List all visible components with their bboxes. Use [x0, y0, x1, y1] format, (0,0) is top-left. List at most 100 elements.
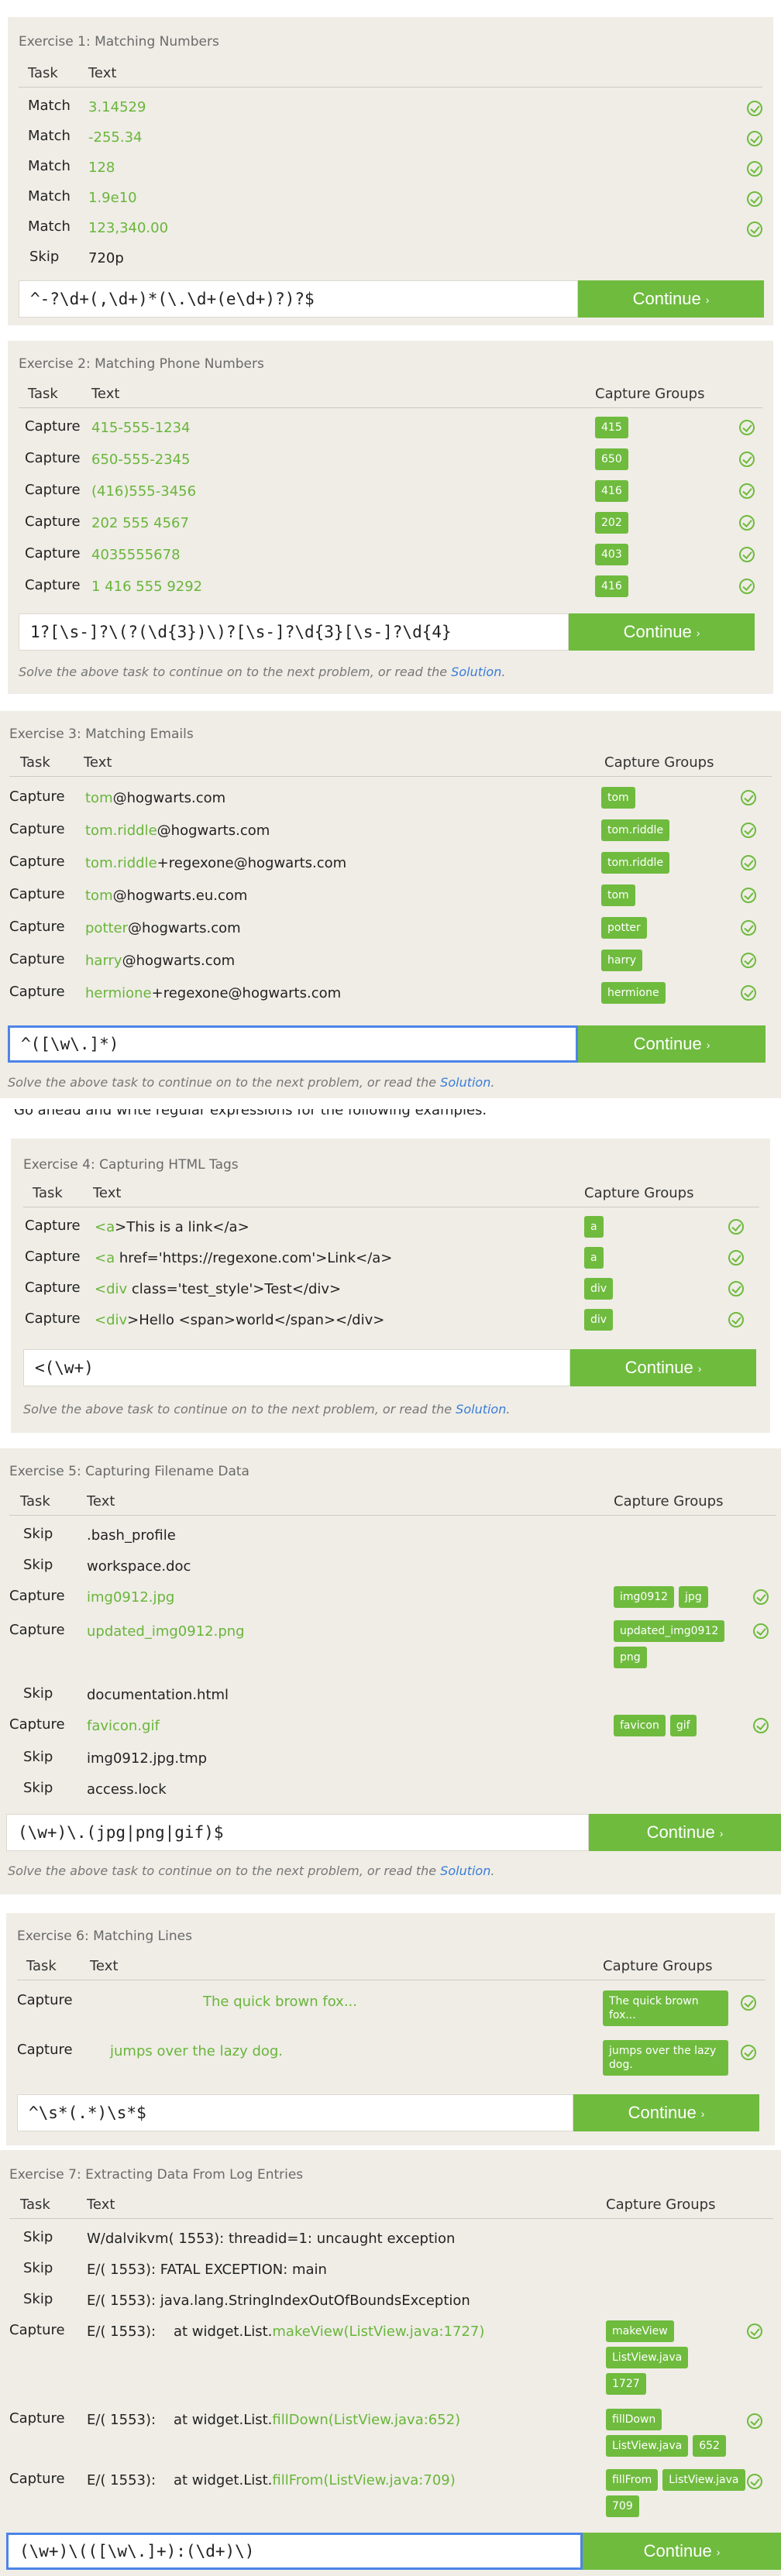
regex-input[interactable]: 1?[\s-]?\(?(\d{3})\)?[\s-]?\d{3}[\s-]?\d…: [19, 613, 569, 651]
check-icon: [739, 547, 755, 562]
check-icon: [741, 920, 756, 936]
highlight-text: potter: [85, 920, 129, 936]
plain-text: +regexone@hogwarts.com: [157, 855, 347, 871]
match-text: tom.riddle+regexone@hogwarts.com: [85, 855, 346, 871]
solution-link[interactable]: Solution: [456, 1402, 506, 1417]
regex-input[interactable]: <(\w+): [23, 1349, 570, 1386]
table-row: Capture 1 416 555 9292 416: [19, 575, 762, 600]
task-label: Capture: [9, 821, 65, 837]
header-text: Text: [87, 2196, 115, 2213]
table-header: Task Text: [19, 60, 762, 88]
task-label: Capture: [9, 1716, 65, 1733]
header-capture-groups: Capture Groups: [614, 1493, 724, 1510]
continue-button[interactable]: Continue ›: [578, 280, 764, 318]
match-text: <div class='test_style'>Test</div>: [95, 1281, 341, 1297]
table-row: Capture 650-555-2345 650: [19, 448, 762, 473]
capture-group-badge: favicon: [614, 1715, 666, 1736]
check-icon: [739, 483, 755, 499]
table-row: Skip workspace.doc: [9, 1557, 776, 1580]
solve-note: Solve the above task to continue on to t…: [19, 665, 505, 679]
continue-button[interactable]: Continue ›: [589, 1814, 781, 1851]
capture-group-badge: ListView.java: [606, 2435, 689, 2457]
match-text: E/( 1553): at widget.List.makeView(ListV…: [87, 2324, 484, 2340]
header-capture-groups: Capture Groups: [604, 754, 714, 771]
solution-link[interactable]: Solution: [440, 1863, 490, 1878]
task-label: Match: [28, 98, 71, 114]
capture-group-badge: 416: [595, 480, 628, 502]
match-text: (416)555-3456: [91, 483, 197, 500]
capture-groups: updated_img0912 png: [614, 1620, 738, 1668]
continue-button[interactable]: Continue ›: [569, 613, 755, 651]
skip-text: img0912.jpg.tmp: [87, 1750, 208, 1767]
task-label: Capture: [25, 1218, 81, 1234]
continue-button[interactable]: Continue ›: [570, 1349, 756, 1386]
plain-text: @hogwarts.com: [157, 823, 270, 839]
highlight-text: <div: [95, 1312, 128, 1328]
header-capture-groups: Capture Groups: [584, 1185, 694, 1201]
match-text: tom@hogwarts.eu.com: [85, 888, 247, 904]
table-row: Skip E/( 1553): java.lang.StringIndexOut…: [9, 2291, 773, 2314]
continue-button[interactable]: Continue ›: [583, 2533, 781, 2570]
plain-text: @hogwarts.eu.com: [112, 888, 248, 904]
chevron-right-icon: ›: [700, 2107, 705, 2121]
regex-input[interactable]: (\w+)\(([\w\.]+):(\d+)\): [6, 2533, 583, 2570]
check-icon: [728, 1281, 744, 1297]
solution-link[interactable]: Solution: [440, 1075, 490, 1090]
task-label: Capture: [9, 1588, 65, 1604]
table-row: Capture E/( 1553): at widget.List.fillDo…: [9, 2409, 773, 2457]
highlight-text: tom: [85, 790, 113, 806]
table-row: Skip E/( 1553): FATAL EXCEPTION: main: [9, 2260, 773, 2283]
check-icon: [747, 2474, 762, 2489]
capture-group-badge: tom.riddle: [601, 819, 670, 841]
skip-text: W/dalvikvm( 1553): threadid=1: uncaught …: [87, 2231, 456, 2247]
task-label: Match: [28, 158, 71, 174]
regex-input[interactable]: ^([\w\.]*): [8, 1025, 578, 1063]
plain-text: E/( 1553): at widget.List.: [87, 2412, 273, 2428]
highlight-text: tom.riddle: [85, 823, 157, 839]
table-row: Capture E/( 1553): at widget.List.makeVi…: [9, 2320, 773, 2395]
match-text: 128: [88, 160, 115, 176]
continue-button[interactable]: Continue ›: [573, 2094, 759, 2131]
table-row: Capture tom.riddle+regexone@hogwarts.com…: [9, 852, 772, 877]
task-label: Capture: [25, 482, 81, 498]
task-label: Capture: [17, 1992, 73, 2008]
table-header: Task Text Capture Groups: [17, 1953, 766, 1980]
task-label: Capture: [25, 1279, 81, 1296]
capture-group-badge: fillFrom: [606, 2469, 659, 2491]
chevron-right-icon: ›: [697, 1362, 702, 1376]
table-header: Task Text Capture Groups: [19, 381, 762, 408]
continue-button[interactable]: Continue ›: [578, 1025, 766, 1063]
regex-input[interactable]: ^-?\d+(,\d+)*(\.\d+(e\d+)?)?$: [19, 280, 578, 318]
capture-group-badge: hermione: [601, 982, 666, 1004]
capture-groups: 403: [595, 544, 628, 565]
regex-input[interactable]: (\w+)\.(jpg|png|gif)$: [6, 1814, 589, 1851]
capture-group-badge: tom: [601, 884, 635, 906]
check-icon: [753, 1589, 769, 1605]
table-row: Capture E/( 1553): at widget.List.fillFr…: [9, 2469, 773, 2517]
check-icon: [728, 1312, 744, 1327]
continue-label: Continue: [623, 622, 692, 641]
match-text: hermione+regexone@hogwarts.com: [85, 985, 341, 1001]
header-task: Task: [20, 754, 50, 771]
skip-text: documentation.html: [87, 1687, 229, 1703]
match-text: <div>Hello <span>world</span></div>: [95, 1312, 384, 1328]
match-text: 3.14529: [88, 99, 146, 115]
exercise-2-panel: Exercise 2: Matching Phone Numbers Task …: [8, 341, 773, 694]
regex-input[interactable]: ^\s*(.*)\s*$: [17, 2094, 573, 2131]
solution-link[interactable]: Solution: [451, 665, 501, 679]
task-label: Capture: [17, 2042, 73, 2058]
table-row: Capture <div class='test_style'>Test</di…: [23, 1278, 759, 1303]
exercise-title: Exercise 5: Capturing Filename Data: [9, 1464, 249, 1479]
highlight-text: tom.riddle: [85, 855, 157, 871]
continue-label: Continue: [628, 2103, 697, 2122]
match-text: 123,340.00: [88, 220, 169, 236]
capture-groups: tom: [601, 884, 635, 906]
capture-group-badge: gif: [669, 1715, 697, 1736]
table-row: Capture tom.riddle@hogwarts.com tom.ridd…: [9, 819, 772, 844]
header-task: Task: [28, 65, 58, 81]
header-text: Text: [87, 1493, 115, 1510]
match-text: E/( 1553): at widget.List.fillFrom(ListV…: [87, 2472, 456, 2488]
capture-groups: harry: [601, 950, 643, 971]
capture-groups: The quick brown fox...: [603, 1990, 735, 2026]
capture-group-badge: jumps over the lazy dog.: [603, 2040, 728, 2076]
